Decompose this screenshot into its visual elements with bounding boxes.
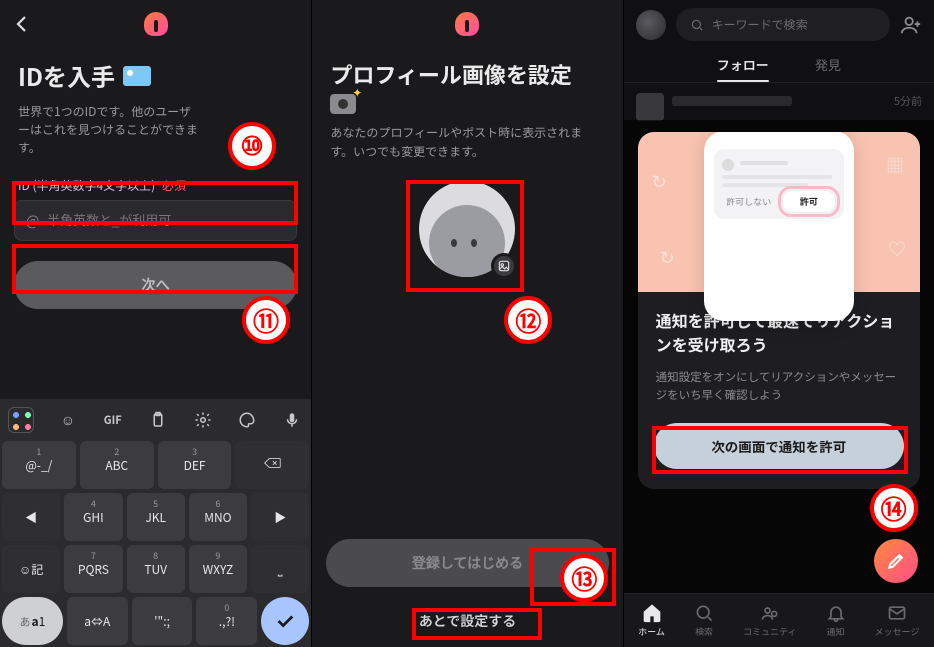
id-card-icon [123,66,151,86]
key-5[interactable]: 5JKL [127,493,185,541]
feed-meta: 5分前 [894,93,922,121]
nav-label: ホーム [638,625,665,638]
nav-label: 検索 [695,625,713,638]
required-badge: 必須 [162,177,186,194]
key-left[interactable]: ◀ [2,493,60,541]
decoration-icon: ♡ [888,236,906,262]
register-start-button[interactable]: 登録してはじめる [326,539,608,587]
keyboard-apps-icon[interactable] [8,407,34,433]
nav-label: コミュニティ [743,625,796,638]
decoration-icon: ▦ [886,152,904,178]
key-9[interactable]: 9WXYZ [189,545,247,593]
key-1[interactable]: 1@-_/ [2,441,76,489]
settings-icon[interactable] [192,409,214,431]
search-placeholder: キーワードで検索 [712,16,808,33]
tab-discover[interactable]: 発見 [815,55,841,74]
bottom-nav: ホーム 検索 コミュニティ 通知 メッセージ [624,593,934,647]
screen-feed-permission: キーワードで検索 フォロー 発見 5分前 ↻ ▦ ↻ ♡ [623,0,934,647]
allow-notifications-button[interactable]: 次の画面で通知を許可 [654,423,904,469]
page-title-text: IDを入手 [18,58,115,93]
avatar-picker[interactable] [419,181,515,277]
key-backspace[interactable] [235,441,309,489]
key-4[interactable]: 4GHI [64,493,122,541]
add-person-icon[interactable] [900,14,922,36]
nav-label: メッセージ [875,625,920,638]
nav-label: 通知 [827,625,845,638]
keyboard-toolbar: ☺ GIF [0,403,311,439]
key-6[interactable]: 6MNO [189,493,247,541]
feed-text-placeholder [672,96,792,106]
permission-illustration: ↻ ▦ ↻ ♡ 許可しない 許可 [638,132,920,292]
page-description: 世界で1つのIDです。他のユーザーはこれを見つけることができます。 [0,97,220,157]
key-0[interactable]: 0.,?! [196,597,257,645]
nav-notifications[interactable]: 通知 [826,603,846,638]
notification-mock: 許可しない 許可 [714,149,844,219]
tab-follow[interactable]: フォロー [717,55,769,74]
search-input[interactable]: キーワードで検索 [676,8,890,41]
id-field-label: ID (半角英数字4文字以上) 必須 [0,157,311,200]
skip-link[interactable]: あとで設定する [312,611,622,631]
nav-search[interactable]: 検索 [694,603,714,638]
key-right[interactable]: ▶ [251,493,309,541]
id-input-wrap: @ [14,200,297,241]
avatar-icon[interactable] [636,10,666,40]
feed-thumb-icon [636,93,664,121]
gif-icon[interactable]: GIF [102,409,124,431]
avatar-edit-badge-icon[interactable] [491,253,517,279]
card-description: 通知設定をオンにしてリアクションやメッセージをいち早く確認しよう [638,360,920,405]
key-8[interactable]: 8TUV [127,545,185,593]
palette-icon[interactable] [236,409,258,431]
page-title: IDを入手 [0,48,311,97]
id-input[interactable] [14,200,297,241]
page-description: あなたのプロフィールやポスト時に表示されます。いつでも変更できます。 [312,114,622,161]
annotation-marker: ⑫ [504,296,552,344]
key-7[interactable]: 7PQRS [64,545,122,593]
emoji-icon[interactable]: ☺ [57,409,79,431]
back-icon[interactable] [10,12,34,36]
nav-messages[interactable]: メッセージ [875,603,920,638]
header [312,0,622,48]
decoration-icon: ↻ [652,168,667,194]
feed-tabs: フォロー 発見 [624,49,934,83]
key-3[interactable]: 3DEF [158,441,232,489]
screen-profile-image: プロフィール画像を設定 あなたのプロフィールやポスト時に表示されます。いつでも変… [311,0,622,647]
top-bar: キーワードで検索 [624,0,934,49]
key-mode-switch[interactable]: あa1 [2,597,63,645]
nav-community[interactable]: コミュニティ [743,603,796,638]
feed-item[interactable]: 5分前 [624,83,934,121]
key-case-toggle[interactable]: a⇔A [67,597,128,645]
phone-mock-icon: 許可しない 許可 [704,132,854,321]
header [0,0,311,48]
app-logo-icon [455,12,479,36]
mock-allow-button: 許可 [782,190,836,213]
camera-icon [330,94,356,114]
mock-deny-button: 許可しない [722,190,776,213]
at-icon: @ [26,211,39,231]
permission-card: ↻ ▦ ↻ ♡ 許可しない 許可 通知を許可して最速でリアクションを受け取ろう [638,132,920,489]
next-button[interactable]: 次へ [14,261,297,309]
app-logo-icon [144,12,168,36]
mic-icon[interactable] [281,409,303,431]
key-2[interactable]: 2ABC [80,441,154,489]
nav-home[interactable]: ホーム [638,603,665,638]
compose-fab[interactable] [874,539,918,583]
key-emoji-mode[interactable]: ☺記 [2,545,60,593]
field-label-text: ID (半角英数字4文字以上) [18,177,155,194]
screen-id-setup: IDを入手 世界で1つのIDです。他のユーザーはこれを見つけることができます。 … [0,0,311,647]
key-punct1[interactable]: '":; [132,597,193,645]
key-space[interactable]: ⎵ [251,545,309,593]
decoration-icon: ↻ [660,244,675,270]
clipboard-icon[interactable] [147,409,169,431]
key-enter[interactable] [261,597,309,645]
keyboard: ☺ GIF 1@-_/ 2ABC 3DEF ◀ 4GHI [0,399,311,647]
